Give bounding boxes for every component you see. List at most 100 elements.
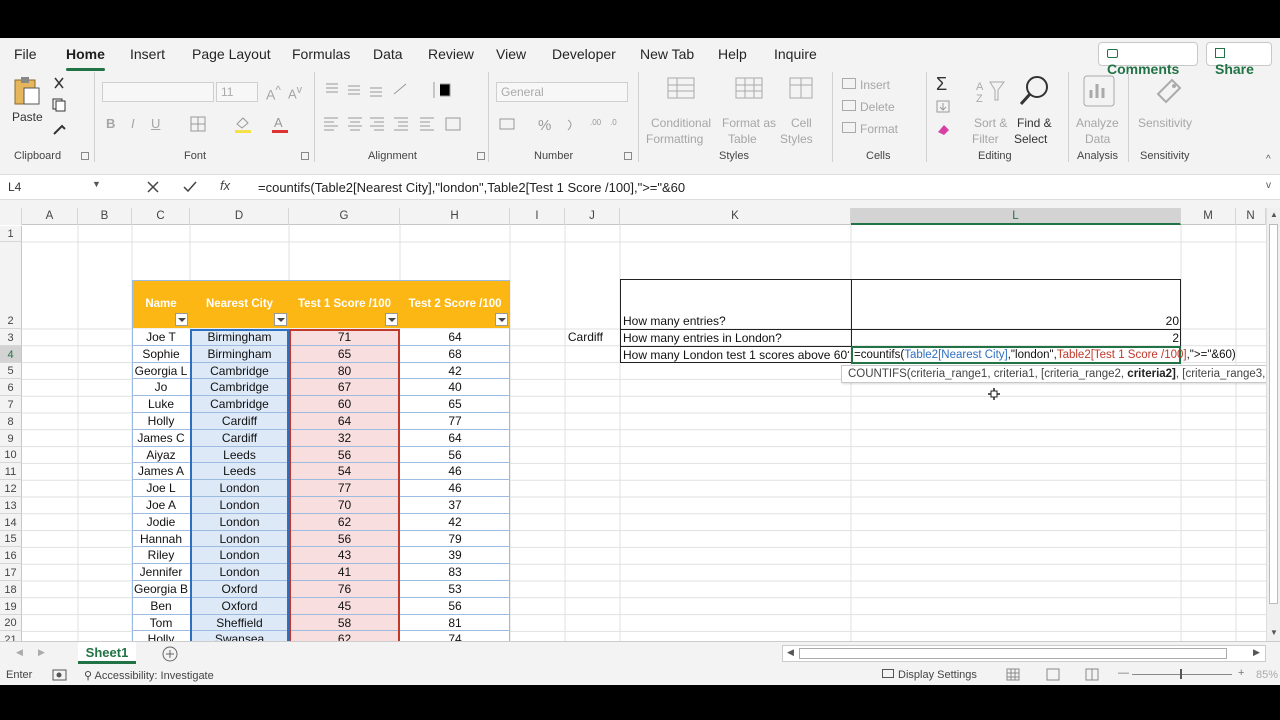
borders-icon[interactable] xyxy=(190,116,208,132)
bold-icon[interactable]: B xyxy=(106,116,115,131)
format-as-table-label[interactable]: Format as xyxy=(722,116,776,130)
cut-icon[interactable] xyxy=(52,76,66,90)
cell-l2[interactable]: 20 xyxy=(855,313,1179,329)
fill-icon[interactable] xyxy=(936,100,952,114)
paste-icon[interactable] xyxy=(12,76,42,106)
row-header-5[interactable]: 5 xyxy=(0,362,22,380)
cell-l3[interactable]: 2 xyxy=(855,330,1179,346)
find-select-label[interactable]: Find & xyxy=(1017,116,1052,130)
number-format-dropdown[interactable]: General xyxy=(496,82,628,102)
expand-formula-bar-icon[interactable]: v xyxy=(1266,180,1271,191)
clear-icon[interactable] xyxy=(936,122,952,136)
insert-function-icon[interactable]: fx xyxy=(220,178,230,193)
row-header-13[interactable]: 13 xyxy=(0,497,22,514)
menu-new-tab[interactable]: New Tab xyxy=(640,46,694,62)
view-mode-icons[interactable] xyxy=(1006,668,1116,682)
menu-developer[interactable]: Developer xyxy=(552,46,616,62)
menu-data[interactable]: Data xyxy=(373,46,403,62)
zoom-level[interactable]: 85% xyxy=(1256,669,1278,681)
paste-label[interactable]: Paste xyxy=(12,110,43,124)
alignment-launcher-icon[interactable] xyxy=(477,152,485,160)
conditional-formatting-label[interactable]: Conditional xyxy=(651,116,711,130)
autosum-icon[interactable]: Σ xyxy=(936,74,947,95)
row-header-12[interactable]: 12 xyxy=(0,480,22,497)
scroll-left-icon[interactable]: ◀ xyxy=(787,647,794,658)
cell-styles-label-2[interactable]: Styles xyxy=(780,132,813,146)
zoom-slider[interactable] xyxy=(1132,669,1232,679)
font-name-dropdown[interactable] xyxy=(102,82,214,102)
underline-icon[interactable]: U xyxy=(151,116,160,131)
cell-k2[interactable]: How many entries? xyxy=(623,313,849,329)
sort-filter-icon[interactable]: AZ xyxy=(976,78,1006,104)
menu-home[interactable]: Home xyxy=(66,46,105,71)
format-as-table-label-2[interactable]: Table xyxy=(728,132,757,146)
menu-insert[interactable]: Insert xyxy=(130,46,165,62)
conditional-formatting-label-2[interactable]: Formatting xyxy=(646,132,703,146)
decrease-font-icon[interactable]: Av xyxy=(288,84,302,101)
sensitivity-icon[interactable] xyxy=(1152,74,1186,108)
menu-page-layout[interactable]: Page Layout xyxy=(192,46,271,62)
horizontal-scroll-thumb[interactable] xyxy=(799,648,1227,659)
row-header-10[interactable]: 10 xyxy=(0,446,22,464)
sensitivity-label[interactable]: Sensitivity xyxy=(1138,116,1192,130)
find-select-label-2[interactable]: Select xyxy=(1014,132,1047,146)
increase-font-icon[interactable]: A^ xyxy=(266,84,281,103)
comments-button[interactable]: Comments xyxy=(1098,42,1198,77)
row-header-14[interactable]: 14 xyxy=(0,513,22,531)
display-settings-button[interactable]: Display Settings xyxy=(882,669,977,681)
select-all-corner[interactable] xyxy=(0,208,22,225)
menu-view[interactable]: View xyxy=(496,46,526,62)
name-box[interactable]: L4 xyxy=(4,177,104,197)
row-header-20[interactable]: 20 xyxy=(0,614,22,632)
font-color-icon[interactable]: A xyxy=(270,114,290,134)
number-launcher-icon[interactable] xyxy=(624,152,632,160)
zoom-slider-thumb[interactable] xyxy=(1180,669,1182,679)
menu-help[interactable]: Help xyxy=(718,46,747,62)
format-painter-icon[interactable] xyxy=(52,122,68,136)
scroll-thumb[interactable] xyxy=(1269,224,1278,604)
format-as-table-icon[interactable] xyxy=(734,76,766,102)
number-format-icons[interactable]: % .00 .0 xyxy=(498,116,628,134)
cell-j3[interactable]: Cardiff xyxy=(565,329,603,345)
analyze-data-label[interactable]: Analyze xyxy=(1076,116,1119,130)
formula-input[interactable]: =countifs(Table2[Nearest City],"london",… xyxy=(258,180,685,195)
prev-sheet-icon[interactable]: ◀ xyxy=(16,647,23,658)
horizontal-align-icons[interactable] xyxy=(322,114,492,134)
row-header-19[interactable]: 19 xyxy=(0,597,22,615)
enter-check-icon[interactable] xyxy=(182,180,198,194)
clipboard-launcher-icon[interactable] xyxy=(81,152,89,160)
analyze-data-icon[interactable] xyxy=(1082,74,1116,108)
accessibility-status[interactable]: ⚲ Accessibility: Investigate xyxy=(84,669,214,682)
worksheet-grid[interactable]: A B C D G H I J K L M N 1 2 3 4 5 6 7 8 9 10 11 12 1… xyxy=(0,208,1280,682)
menu-formulas[interactable]: Formulas xyxy=(292,46,350,62)
fill-color-icon[interactable] xyxy=(233,114,253,134)
find-select-icon[interactable] xyxy=(1018,74,1052,108)
row-header-2[interactable]: 2 xyxy=(0,242,22,329)
cell-k3[interactable]: How many entries in London? xyxy=(623,330,849,346)
cell-styles-icon[interactable] xyxy=(788,76,818,102)
row-header-9[interactable]: 9 xyxy=(0,429,22,447)
italic-icon[interactable]: I xyxy=(131,116,135,131)
menu-file[interactable]: File xyxy=(14,46,37,62)
scroll-up-icon[interactable]: ▲ xyxy=(1270,210,1278,219)
cell-k4[interactable]: How many London test 1 scores above 60? xyxy=(623,347,849,363)
collapse-ribbon-icon[interactable]: ^ xyxy=(1266,154,1271,165)
menu-inquire[interactable]: Inquire xyxy=(774,46,817,62)
conditional-formatting-icon[interactable] xyxy=(666,76,698,102)
row-header-17[interactable]: 17 xyxy=(0,564,22,581)
vertical-scrollbar[interactable]: ▲ ▼ xyxy=(1266,208,1280,641)
cell-styles-label[interactable]: Cell xyxy=(791,116,812,130)
font-size-dropdown[interactable]: 11 xyxy=(216,82,258,102)
share-button[interactable]: Share xyxy=(1206,42,1272,77)
row-header-11[interactable]: 11 xyxy=(0,463,22,481)
row-header-16[interactable]: 16 xyxy=(0,547,22,565)
delete-cells-button[interactable]: Delete xyxy=(842,100,895,114)
zoom-out-icon[interactable]: — xyxy=(1118,667,1129,679)
scroll-down-icon[interactable]: ▼ xyxy=(1270,628,1278,637)
row-header-7[interactable]: 7 xyxy=(0,396,22,413)
row-header-4[interactable]: 4 xyxy=(0,345,22,363)
add-sheet-icon[interactable] xyxy=(162,646,178,662)
row-header-1[interactable]: 1 xyxy=(0,226,22,242)
macro-record-icon[interactable] xyxy=(52,668,68,682)
zoom-in-icon[interactable]: + xyxy=(1238,667,1244,679)
